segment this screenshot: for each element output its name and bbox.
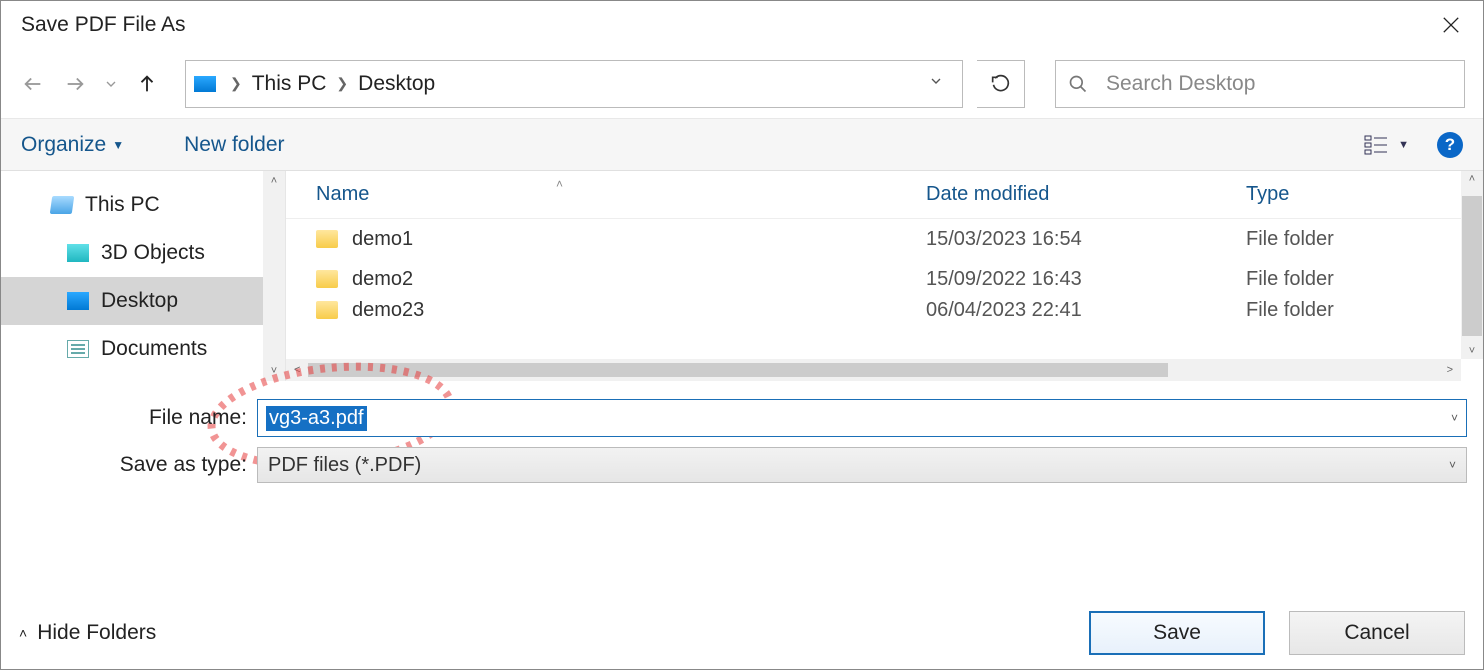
address-bar[interactable]: ❯ This PC ❯ Desktop (185, 60, 963, 108)
filename-input[interactable]: vg3-a3.pdf ˅ (257, 399, 1467, 437)
tree-label: Desktop (101, 289, 178, 313)
tree-label: 3D Objects (101, 241, 205, 265)
toolbar: Organize ▼ New folder ▼ ? (1, 119, 1483, 171)
file-date: 06/04/2023 22:41 (896, 299, 1216, 322)
hide-folders-button[interactable]: ˄ Hide Folders (19, 621, 156, 645)
refresh-icon (991, 74, 1011, 94)
search-icon (1068, 74, 1088, 94)
file-list-pane: ˄ Name Date modified Type demo1 15/03/20… (286, 171, 1483, 381)
view-list-icon (1364, 135, 1388, 155)
search-placeholder: Search Desktop (1106, 72, 1255, 96)
chevron-down-icon (928, 73, 944, 89)
file-name: demo1 (352, 228, 413, 251)
scroll-down-icon: ˅ (1461, 345, 1483, 357)
sidebar-scrollbar[interactable]: ˄ ˅ (263, 171, 285, 381)
folder-tree: This PC 3D Objects Desktop Documents ˄ ˅ (1, 171, 286, 381)
save-button[interactable]: Save (1089, 611, 1265, 655)
view-options-button[interactable]: ▼ (1364, 135, 1409, 155)
file-name: demo2 (352, 268, 413, 291)
content-area: This PC 3D Objects Desktop Documents ˄ ˅… (1, 171, 1483, 381)
new-folder-label: New folder (184, 133, 284, 157)
scroll-left-icon: ˂ (286, 364, 308, 376)
file-rows: demo1 15/03/2023 16:54 File folder demo2… (286, 219, 1483, 321)
tree-label: Documents (101, 337, 207, 361)
scroll-down-icon: ˅ (271, 361, 277, 381)
scroll-thumb[interactable] (1462, 196, 1482, 336)
file-date: 15/03/2023 16:54 (896, 228, 1216, 251)
scroll-thumb[interactable] (308, 363, 1168, 377)
tree-label: This PC (85, 193, 160, 217)
title-bar: Save PDF File As (1, 1, 1483, 49)
arrow-up-icon (136, 73, 158, 95)
folder-icon (316, 270, 338, 288)
address-history-button[interactable] (918, 73, 954, 95)
chevron-down-icon (103, 73, 119, 95)
desktop-icon (67, 292, 89, 310)
pc-icon (194, 76, 216, 92)
file-name: demo23 (352, 299, 424, 322)
tree-item-desktop[interactable]: Desktop (1, 277, 285, 325)
save-as-type-value: PDF files (*.PDF) (268, 454, 421, 477)
close-icon (1442, 16, 1460, 34)
search-box[interactable]: Search Desktop (1055, 60, 1465, 108)
file-date: 15/09/2022 16:43 (896, 268, 1216, 291)
dialog-title: Save PDF File As (21, 13, 186, 37)
help-button[interactable]: ? (1437, 132, 1463, 158)
sort-asc-icon: ˄ (556, 177, 563, 191)
organize-button[interactable]: Organize ▼ (21, 133, 124, 157)
folder-icon (316, 301, 338, 319)
file-row[interactable]: demo2 15/09/2022 16:43 File folder (286, 259, 1483, 299)
tree-item-3d-objects[interactable]: 3D Objects (1, 229, 285, 277)
column-header-type[interactable]: Type (1216, 183, 1461, 206)
scroll-up-icon: ˄ (271, 171, 277, 191)
bottom-bar: ˄ Hide Folders Save Cancel (1, 597, 1483, 669)
organize-label: Organize (21, 133, 106, 157)
column-header-name[interactable]: ˄ Name (286, 183, 896, 206)
caret-down-icon: ▼ (1398, 139, 1409, 151)
tree-item-this-pc[interactable]: This PC (1, 181, 285, 229)
column-headers: ˄ Name Date modified Type (286, 171, 1483, 219)
breadcrumb-folder[interactable]: Desktop (358, 72, 435, 96)
up-button[interactable] (133, 70, 161, 98)
chevron-right-icon: ❯ (336, 75, 348, 92)
chevron-down-icon[interactable]: ˅ (1449, 458, 1456, 472)
arrow-left-icon (22, 73, 44, 95)
file-type: File folder (1216, 299, 1461, 322)
breadcrumb-root[interactable]: This PC (252, 72, 327, 96)
folder-icon (316, 230, 338, 248)
cancel-button[interactable]: Cancel (1289, 611, 1465, 655)
column-header-date[interactable]: Date modified (896, 183, 1216, 206)
new-folder-button[interactable]: New folder (184, 133, 284, 157)
chevron-right-icon: ❯ (230, 75, 242, 92)
filename-label: File name: (17, 406, 257, 430)
file-row[interactable]: demo23 06/04/2023 22:41 File folder (286, 299, 1483, 321)
tree-item-documents[interactable]: Documents (1, 325, 285, 373)
save-as-type-select[interactable]: PDF files (*.PDF) ˅ (257, 447, 1467, 483)
chevron-down-icon[interactable]: ˅ (1451, 411, 1458, 425)
close-button[interactable] (1431, 5, 1471, 45)
pc-icon (50, 196, 75, 214)
file-type: File folder (1216, 268, 1461, 291)
form-area: File name: vg3-a3.pdf ˅ Save as type: PD… (1, 381, 1483, 499)
navigation-row: ❯ This PC ❯ Desktop Search Desktop (1, 49, 1483, 119)
scroll-right-icon: ˃ (1439, 364, 1461, 376)
file-type: File folder (1216, 228, 1461, 251)
filelist-hscrollbar[interactable]: ˂ ˃ (286, 359, 1461, 381)
caret-down-icon: ▼ (112, 138, 124, 152)
arrow-right-icon (64, 73, 86, 95)
filename-value: vg3-a3.pdf (266, 406, 367, 431)
hide-folders-label: Hide Folders (37, 621, 156, 645)
scroll-up-icon: ˄ (1461, 173, 1483, 185)
back-button[interactable] (19, 70, 47, 98)
save-as-type-label: Save as type: (17, 453, 257, 477)
refresh-button[interactable] (977, 60, 1025, 108)
column-label: Name (316, 183, 369, 205)
file-row[interactable]: demo1 15/03/2023 16:54 File folder (286, 219, 1483, 259)
cube-icon (67, 244, 89, 262)
forward-button[interactable] (61, 70, 89, 98)
chevron-up-icon: ˄ (19, 625, 27, 641)
recent-locations-button[interactable] (103, 70, 119, 98)
document-icon (67, 340, 89, 358)
filelist-vscrollbar[interactable]: ˄ ˅ (1461, 171, 1483, 359)
